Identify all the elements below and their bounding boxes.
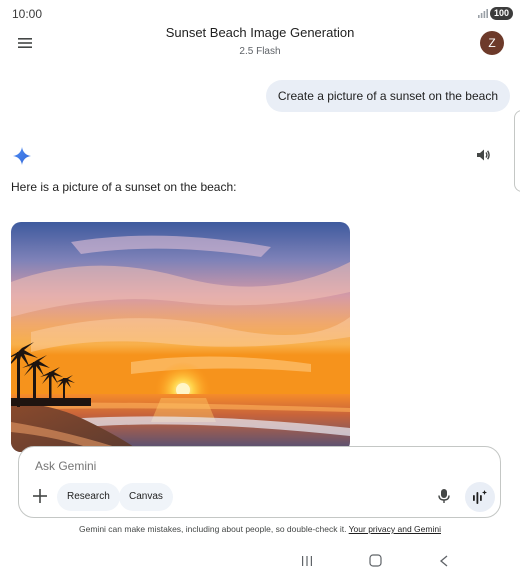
generated-image[interactable] xyxy=(11,222,350,452)
plus-icon[interactable] xyxy=(31,487,49,505)
status-bar: 10:00 100 xyxy=(0,0,520,26)
disclaimer: Gemini can make mistakes, including abou… xyxy=(0,524,520,534)
side-panel-handle[interactable] xyxy=(514,110,520,192)
sunset-image xyxy=(11,222,350,452)
status-time: 10:00 xyxy=(12,7,43,21)
microphone-icon[interactable] xyxy=(435,487,453,505)
research-chip[interactable]: Research xyxy=(57,483,120,511)
disclaimer-text: Gemini can make mistakes, including abou… xyxy=(79,524,347,534)
prompt-card: Research Canvas xyxy=(18,446,501,518)
signal-icon xyxy=(478,9,488,18)
battery-indicator: 100 xyxy=(490,7,514,20)
live-button[interactable] xyxy=(465,482,495,512)
back-icon[interactable] xyxy=(439,555,449,567)
canvas-chip[interactable]: Canvas xyxy=(119,483,173,511)
privacy-link[interactable]: Your privacy and Gemini xyxy=(349,524,441,534)
speaker-icon[interactable] xyxy=(475,147,491,163)
user-message: Create a picture of a sunset on the beac… xyxy=(265,80,510,112)
model-label[interactable]: 2.5 Flash xyxy=(0,46,520,57)
gemini-sparkle-icon xyxy=(13,147,31,165)
avatar[interactable]: Z xyxy=(480,31,504,55)
prompt-input[interactable] xyxy=(35,459,335,473)
response-text: Here is a picture of a sunset on the bea… xyxy=(11,180,237,194)
recent-apps-icon[interactable] xyxy=(300,555,314,567)
chat-title: Sunset Beach Image Generation xyxy=(165,25,355,40)
home-icon[interactable] xyxy=(369,554,382,567)
live-waveform-icon xyxy=(473,490,487,504)
